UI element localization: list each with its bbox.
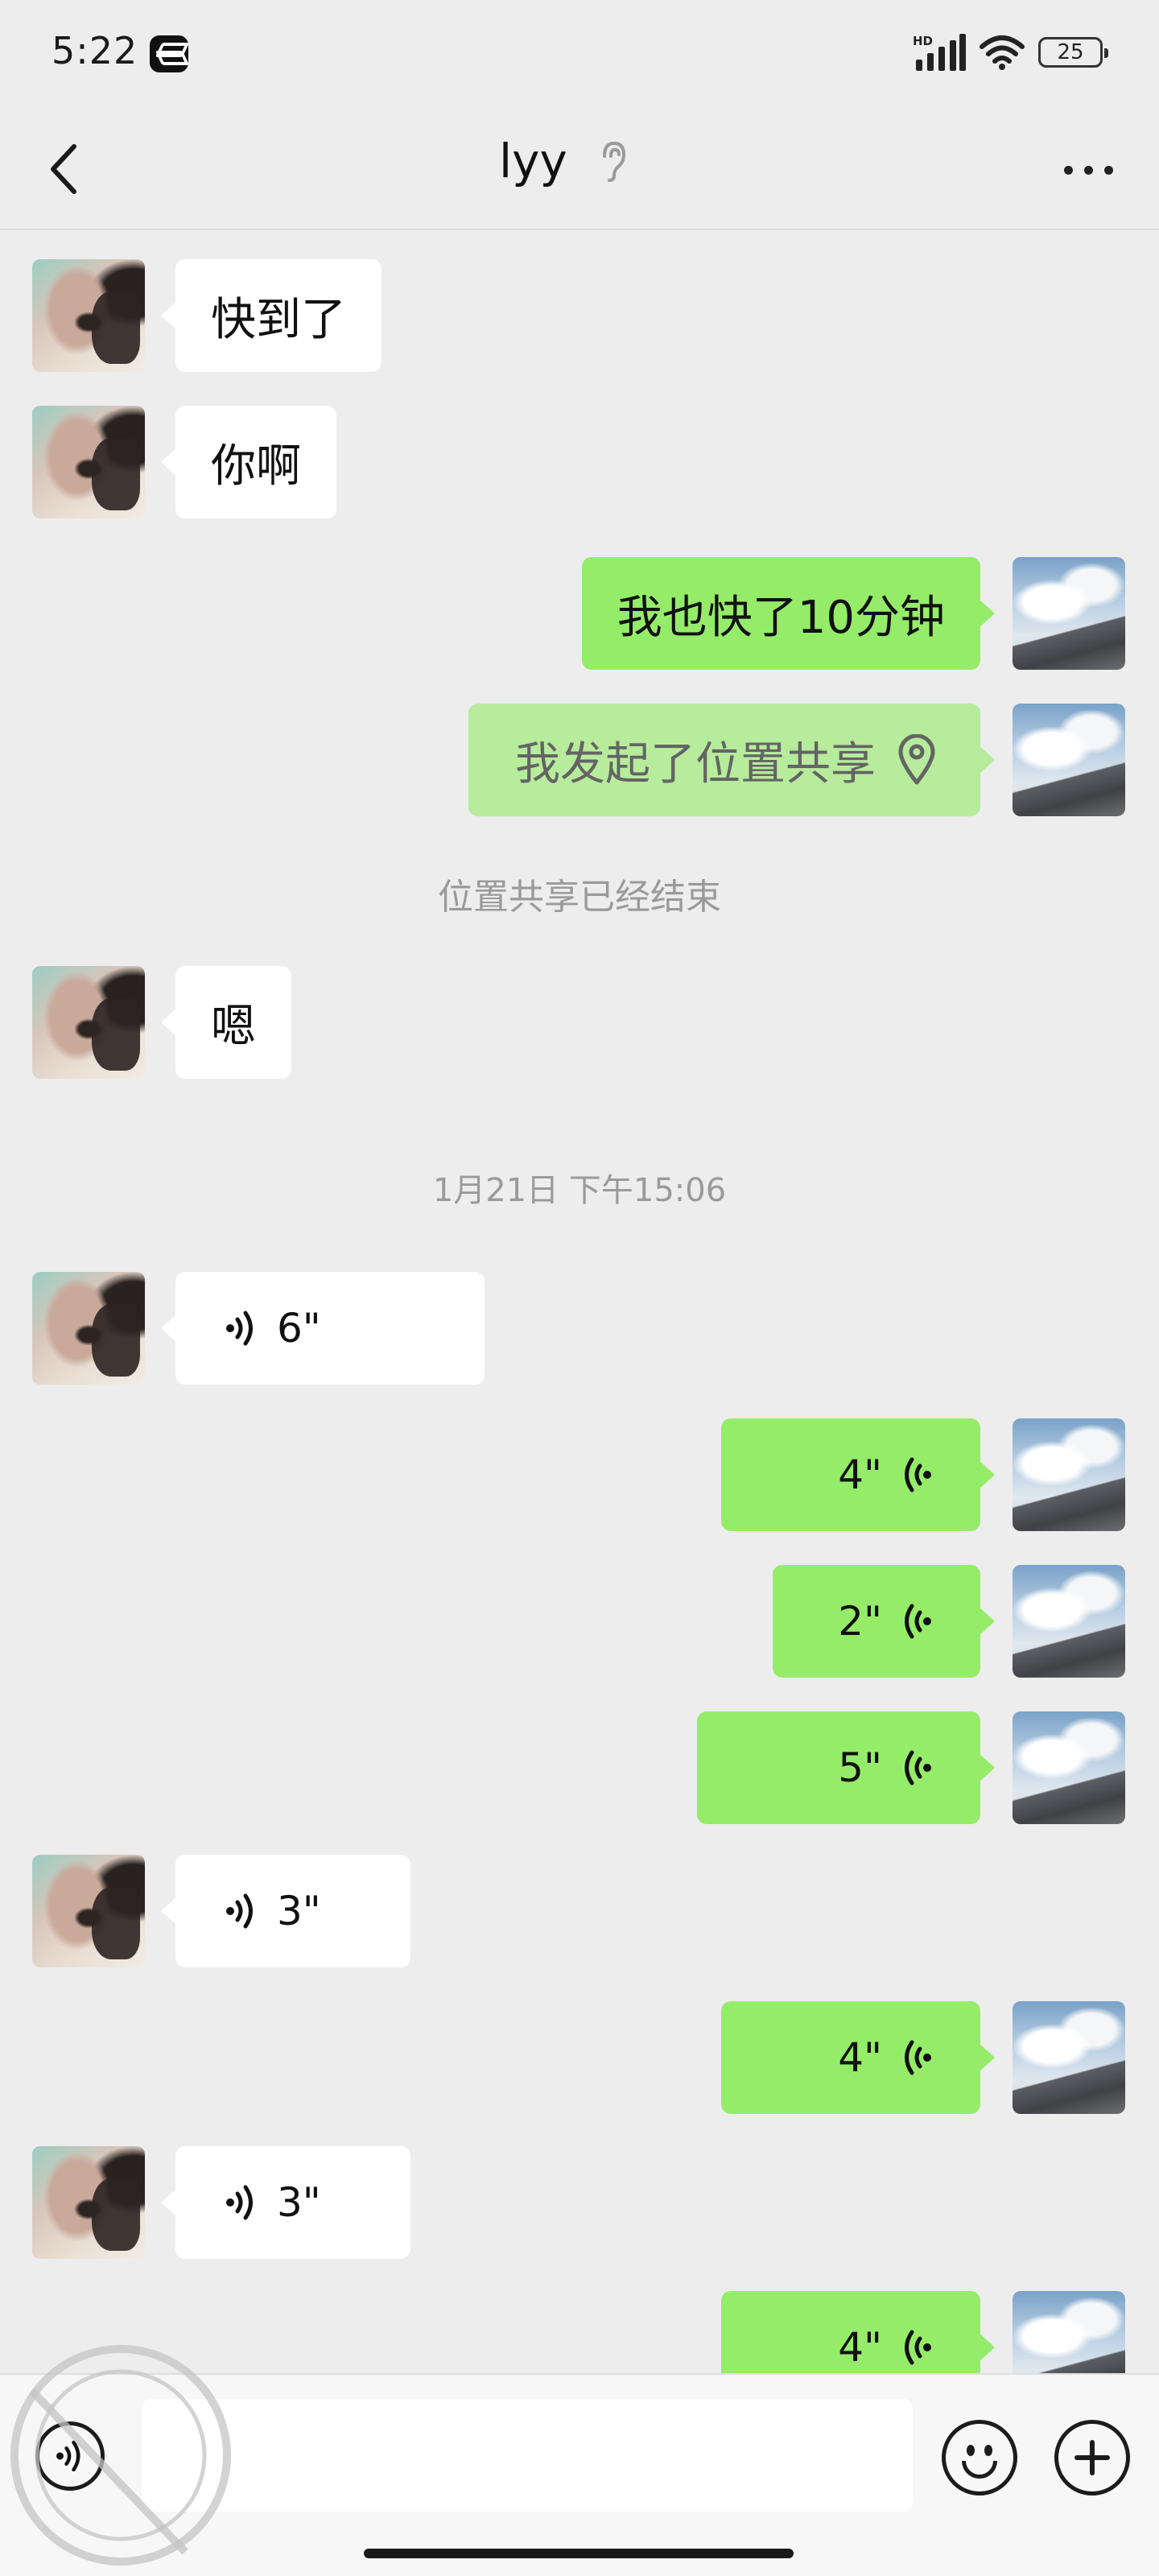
my-avatar[interactable] [1013, 2291, 1125, 2373]
chat-title-group: lyy [499, 134, 629, 188]
status-time: 5:22 [52, 29, 138, 72]
emoji-icon [962, 2461, 997, 2479]
capcut-notification-icon [150, 35, 188, 72]
message-input[interactable] [142, 2399, 913, 2512]
home-indicator[interactable] [364, 2549, 794, 2558]
location-share-bubble[interactable]: 我发起了位置共享 [468, 704, 995, 816]
chat-header: lyy [0, 105, 1159, 230]
voice-duration: 2" [838, 1598, 882, 1645]
outgoing-voice-bubble[interactable]: 4" [721, 1418, 995, 1531]
message-row: 5" [0, 1711, 1159, 1824]
contact-avatar[interactable] [32, 966, 145, 1079]
incoming-voice-bubble[interactable]: 3" [161, 1855, 410, 1967]
voice-wave-icon [226, 1311, 253, 1346]
outgoing-voice-bubble[interactable]: 4" [721, 2001, 995, 2114]
emoji-button[interactable] [942, 2420, 1017, 2496]
voice-wave-icon [905, 1604, 931, 1639]
message-row: 3" [0, 2146, 1159, 2259]
message-row: 嗯 [0, 966, 1159, 1079]
earpiece-mode-icon [602, 141, 625, 182]
voice-wave-icon [905, 2330, 931, 2365]
incoming-voice-bubble[interactable]: 3" [161, 2146, 410, 2259]
message-row: 你啊 [0, 406, 1159, 518]
network-type-label: HD [913, 34, 934, 48]
message-row: 我也快了10分钟 [0, 557, 1159, 670]
contact-avatar[interactable] [32, 259, 145, 372]
my-avatar[interactable] [1013, 557, 1125, 670]
voice-wave-icon [905, 2040, 931, 2075]
system-notice: 位置共享已经结束 [438, 877, 721, 918]
battery-icon: 25 [1038, 37, 1108, 68]
voice-input-toggle[interactable] [35, 2421, 105, 2491]
message-row: 6" [0, 1272, 1159, 1385]
incoming-text-bubble[interactable]: 嗯 [161, 966, 291, 1079]
back-arrow-icon[interactable] [42, 137, 90, 201]
incoming-text-bubble[interactable]: 快到了 [161, 259, 382, 372]
outgoing-voice-bubble[interactable]: 2" [773, 1565, 995, 1678]
more-options-icon[interactable] [1056, 150, 1120, 190]
wifi-icon [979, 34, 1025, 71]
voice-duration: 5" [838, 1744, 882, 1791]
voice-duration: 3" [277, 2179, 321, 2226]
voice-wave-icon [905, 1750, 931, 1785]
more-actions-plus-button[interactable] [1054, 2420, 1130, 2496]
outgoing-text-bubble[interactable]: 我也快了10分钟 [581, 557, 996, 670]
contact-avatar[interactable] [32, 406, 145, 518]
contact-avatar[interactable] [32, 2146, 145, 2259]
my-avatar[interactable] [1013, 1711, 1125, 1824]
incoming-voice-bubble[interactable]: 6" [161, 1272, 485, 1385]
contact-avatar[interactable] [32, 1855, 145, 1967]
status-bar: 5:22 HD 25 [0, 0, 1159, 105]
message-row: 我发起了位置共享 [0, 704, 1159, 816]
cellular-signal-icon: HD [913, 34, 966, 71]
my-avatar[interactable] [1013, 2001, 1125, 2114]
my-avatar[interactable] [1013, 1418, 1125, 1531]
voice-wave-icon [905, 1457, 931, 1492]
message-timestamp: 1月21日 下午15:06 [432, 1172, 727, 1209]
incoming-text-bubble[interactable]: 你啊 [161, 406, 336, 518]
chat-input-bar [0, 2373, 1159, 2576]
my-avatar[interactable] [1013, 1565, 1125, 1678]
message-list[interactable]: 快到了 你啊 我也快了10分钟 我发起了位置共享 位置共享已经结束 嗯 1月21… [0, 232, 1159, 2373]
chat-title: lyy [499, 134, 567, 188]
status-icons: HD 25 [913, 32, 1108, 72]
outgoing-voice-bubble[interactable]: 5" [697, 1711, 995, 1824]
voice-duration: 6" [277, 1305, 321, 1352]
message-row: 2" [0, 1565, 1159, 1678]
location-pin-icon [898, 734, 935, 785]
voice-duration: 4" [838, 1451, 882, 1498]
voice-wave-icon [226, 1893, 253, 1929]
voice-duration: 4" [838, 2034, 882, 2081]
message-row: 3" [0, 1855, 1159, 1967]
outgoing-voice-bubble[interactable]: 4" [721, 2291, 995, 2373]
voice-duration: 4" [838, 2324, 882, 2371]
contact-avatar[interactable] [32, 1272, 145, 1385]
voice-duration: 3" [277, 1888, 321, 1934]
my-avatar[interactable] [1013, 704, 1125, 816]
message-row: 4" [0, 2291, 1159, 2373]
battery-level: 25 [1057, 40, 1084, 64]
message-row: 4" [0, 1418, 1159, 1531]
voice-wave-icon [56, 2440, 80, 2472]
message-row: 4" [0, 2001, 1159, 2114]
voice-wave-icon [226, 2185, 253, 2220]
location-share-text: 我发起了位置共享 [515, 737, 876, 791]
message-row: 快到了 [0, 259, 1159, 372]
